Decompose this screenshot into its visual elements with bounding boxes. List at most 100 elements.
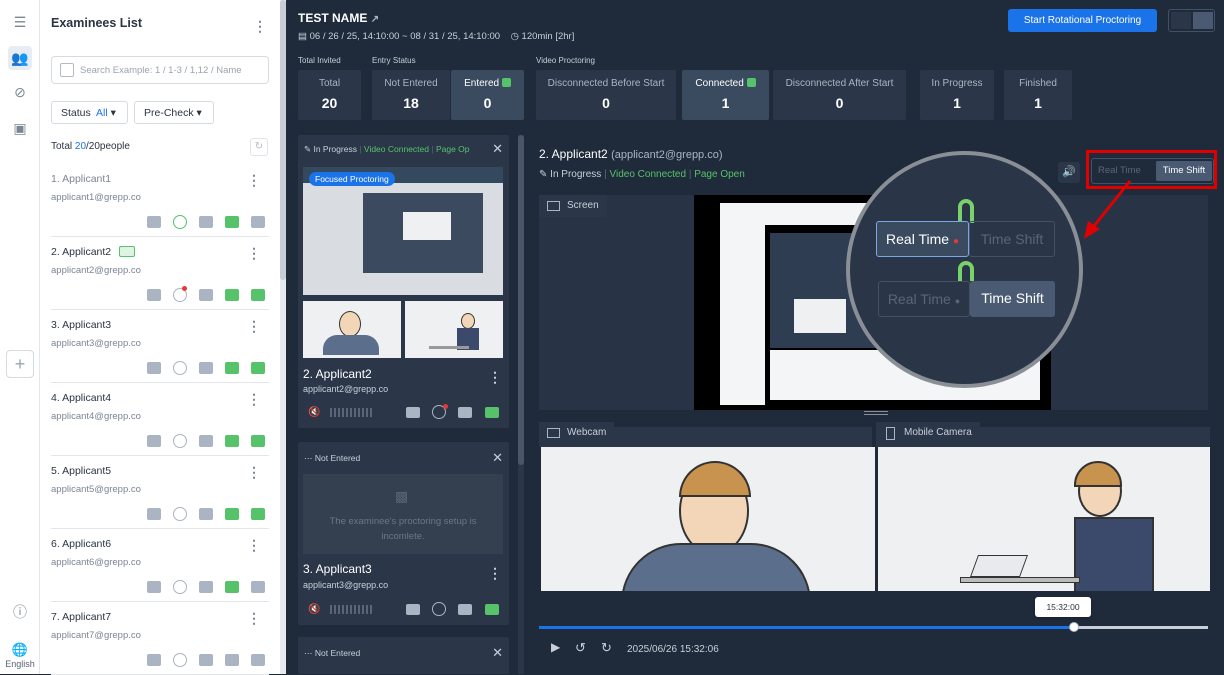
face-icon[interactable] <box>173 361 187 375</box>
webcam-thumbnail[interactable] <box>303 301 401 358</box>
message-icon[interactable] <box>225 508 239 520</box>
examinee-more-icon[interactable]: ⋮ <box>247 538 261 552</box>
video-icon[interactable] <box>251 289 265 301</box>
examinee-row[interactable]: 2. Applicant2 applicant2@grepp.co ⋮ <box>51 237 269 310</box>
message-icon[interactable] <box>225 435 239 447</box>
message-icon[interactable] <box>225 289 239 301</box>
id-card-icon[interactable] <box>147 654 161 666</box>
document-icon[interactable] <box>458 604 472 615</box>
panel-more-icon[interactable]: ⋮ <box>253 19 267 33</box>
id-card-icon[interactable] <box>406 407 420 418</box>
info-icon[interactable]: ⓘ <box>8 600 32 624</box>
examinee-more-icon[interactable]: ⋮ <box>247 465 261 479</box>
stat-entered[interactable]: Entered 0 <box>451 70 524 120</box>
people-icon[interactable]: 👥 <box>8 46 32 70</box>
message-icon[interactable] <box>225 581 239 593</box>
stat-connected[interactable]: Connected 1 <box>682 70 769 120</box>
precheck-filter[interactable]: Pre-Check ▾ <box>134 101 214 124</box>
id-card-icon[interactable] <box>147 508 161 520</box>
external-link-icon[interactable]: ↗ <box>371 14 379 25</box>
cards-scrollbar[interactable] <box>518 135 524 674</box>
message-icon[interactable] <box>225 216 239 228</box>
search-input[interactable]: Search Example: 1 / 1-3 / 1,12 / Name <box>51 56 269 84</box>
examinee-row[interactable]: 5. Applicant5 applicant5@grepp.co ⋮ <box>51 456 269 529</box>
mute-icon[interactable]: 🔇 <box>308 407 320 418</box>
video-icon[interactable] <box>251 581 265 593</box>
examinee-row[interactable]: 1. Applicant1 applicant1@grepp.co ⋮ <box>51 164 269 237</box>
screen-thumbnail[interactable]: Focused Proctoring <box>303 167 503 295</box>
resize-handle[interactable] <box>864 411 888 415</box>
examinee-row[interactable]: 3. Applicant3 applicant3@grepp.co ⋮ <box>51 310 269 383</box>
examinee-more-icon[interactable]: ⋮ <box>247 319 261 333</box>
start-rotational-proctoring-button[interactable]: Start Rotational Proctoring <box>1008 9 1157 32</box>
examinee-more-icon[interactable]: ⋮ <box>247 173 261 187</box>
message-icon[interactable] <box>485 604 499 615</box>
grid-view-icon[interactable] <box>1171 12 1191 29</box>
examinee-row[interactable]: 6. Applicant6 applicant6@grepp.co ⋮ <box>51 529 269 602</box>
mobile-thumbnail[interactable] <box>405 301 503 358</box>
face-icon[interactable] <box>173 215 187 229</box>
document-icon[interactable] <box>199 216 213 228</box>
add-button[interactable]: + <box>6 350 34 378</box>
id-card-icon[interactable] <box>147 581 161 593</box>
close-icon[interactable]: ✕ <box>492 450 503 466</box>
examinee-more-icon[interactable]: ⋮ <box>247 392 261 406</box>
id-card-icon[interactable] <box>147 435 161 447</box>
rewind-icon[interactable]: ↺ <box>575 640 586 656</box>
message-icon[interactable] <box>225 362 239 374</box>
video-icon[interactable] <box>251 508 265 520</box>
stat-finished[interactable]: Finished 1 <box>1004 70 1072 120</box>
document-icon[interactable] <box>199 508 213 520</box>
face-icon[interactable] <box>173 653 187 667</box>
message-icon[interactable] <box>485 407 499 418</box>
stat-disconnected-after-start[interactable]: Disconnected After Start 0 <box>773 70 906 120</box>
mobile-camera-feed[interactable] <box>878 447 1210 591</box>
video-icon[interactable] <box>251 435 265 447</box>
forward-icon[interactable]: ↻ <box>601 640 612 656</box>
status-filter[interactable]: Status All ▾ <box>51 101 128 124</box>
language-label[interactable]: English <box>0 659 40 669</box>
stat-disconnected-before-start[interactable]: Disconnected Before Start 0 <box>536 70 676 120</box>
id-card-icon[interactable] <box>147 362 161 374</box>
face-icon[interactable] <box>432 602 446 616</box>
close-icon[interactable]: ✕ <box>492 645 503 661</box>
message-icon[interactable] <box>225 654 239 666</box>
examinee-card[interactable]: ⋯ Not Entered ✕ <box>298 637 509 674</box>
video-icon[interactable] <box>251 362 265 374</box>
mute-icon[interactable]: 🔇 <box>308 604 320 615</box>
examinee-row[interactable]: 7. Applicant7 applicant7@grepp.co ⋮ <box>51 602 269 675</box>
focus-view-icon[interactable] <box>1193 12 1213 29</box>
view-toggle[interactable] <box>1168 9 1215 32</box>
document-icon[interactable] <box>458 407 472 418</box>
timeline-slider[interactable] <box>539 622 1208 632</box>
close-icon[interactable]: ✕ <box>492 141 503 157</box>
document-icon[interactable] <box>199 654 213 666</box>
document-icon[interactable] <box>199 289 213 301</box>
play-icon[interactable]: ▶ <box>551 640 560 654</box>
document-icon[interactable] <box>199 362 213 374</box>
examinee-card[interactable]: ⋯ Not Entered ✕ ▩ The examinee's proctor… <box>298 442 509 625</box>
chat-icon[interactable]: ▣ <box>8 116 32 140</box>
examinee-more-icon[interactable]: ⋮ <box>247 611 261 625</box>
face-icon[interactable] <box>173 507 187 521</box>
stat-in-progress[interactable]: In Progress 1 <box>920 70 994 120</box>
timeline-handle[interactable] <box>1069 622 1080 632</box>
card-more-icon[interactable]: ⋮ <box>488 566 502 580</box>
document-icon[interactable] <box>199 581 213 593</box>
examinee-more-icon[interactable]: ⋮ <box>247 246 261 260</box>
webcam-feed[interactable] <box>541 447 875 591</box>
face-icon[interactable] <box>173 580 187 594</box>
examinee-card[interactable]: ✎ In Progress | Video Connected | Page O… <box>298 135 509 428</box>
refresh-icon[interactable]: ↻ <box>250 138 268 156</box>
speaker-icon[interactable]: 🔊 <box>1058 162 1080 183</box>
video-icon[interactable] <box>251 216 265 228</box>
document-icon[interactable] <box>199 435 213 447</box>
block-icon[interactable]: ⊘ <box>8 80 32 104</box>
video-icon[interactable] <box>251 654 265 666</box>
face-icon[interactable] <box>173 434 187 448</box>
examinee-row[interactable]: 4. Applicant4 applicant4@grepp.co ⋮ <box>51 383 269 456</box>
menu-icon[interactable]: ☰ <box>8 10 32 34</box>
id-card-icon[interactable] <box>147 216 161 228</box>
id-card-icon[interactable] <box>406 604 420 615</box>
stat-not-entered[interactable]: Not Entered 18 <box>372 70 450 120</box>
